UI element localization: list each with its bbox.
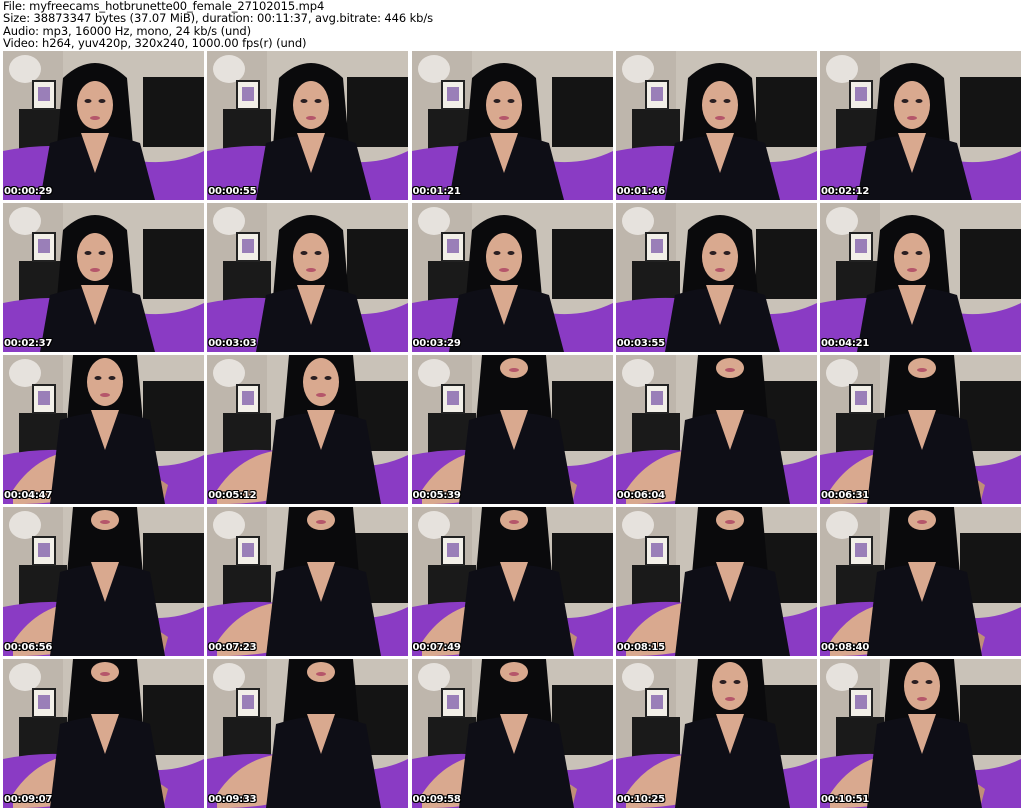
video-thumbnail: 00:04:47 (3, 355, 204, 504)
video-thumbnail: 00:08:15 (615, 507, 817, 656)
video-thumbnail: 00:03:03 (207, 203, 409, 352)
size-duration-line: Size: 38873347 bytes (37.07 MiB), durati… (3, 11, 434, 26)
thumbnail-timestamp: 00:02:37 (4, 338, 53, 349)
scene-image (3, 507, 204, 656)
scene-image (820, 203, 1021, 352)
scene-image (820, 659, 1021, 808)
video-thumbnail: 00:01:21 (411, 51, 613, 200)
scene-image (615, 507, 817, 656)
scene-image (411, 51, 613, 200)
video-thumbnail: 00:09:58 (411, 659, 613, 808)
scene-image (615, 659, 817, 808)
scene-image (411, 355, 613, 504)
video-thumbnail: 00:02:12 (820, 51, 1021, 200)
video-thumbnail: 00:04:21 (820, 203, 1021, 352)
thumbnail-timestamp: 00:07:23 (208, 642, 257, 653)
thumbnail-timestamp: 00:09:33 (208, 794, 257, 805)
video-thumbnail: 00:06:04 (615, 355, 817, 504)
video-thumbnail: 00:06:31 (820, 355, 1021, 504)
thumbnail-timestamp: 00:00:55 (208, 186, 257, 197)
scene-image (411, 507, 613, 656)
scene-image (411, 203, 613, 352)
scene-image (820, 507, 1021, 656)
thumbnail-timestamp: 00:03:03 (208, 338, 257, 349)
file-info-header: File: myfreecams_hotbrunette00_female_27… (3, 0, 1021, 50)
video-thumbnail: 00:01:46 (615, 51, 817, 200)
video-thumbnail: 00:06:56 (3, 507, 204, 656)
scene-image (207, 51, 409, 200)
thumbnail-timestamp: 00:02:12 (821, 186, 870, 197)
video-thumbnail: 00:05:39 (411, 355, 613, 504)
scene-image (820, 355, 1021, 504)
thumbnail-timestamp: 00:06:31 (821, 490, 870, 501)
thumbnail-timestamp: 00:00:29 (4, 186, 53, 197)
scene-image (411, 659, 613, 808)
thumbnail-timestamp: 00:04:21 (821, 338, 870, 349)
thumbnail-timestamp: 00:09:07 (4, 794, 53, 805)
video-thumbnail: 00:09:33 (207, 659, 409, 808)
thumbnail-timestamp: 00:01:21 (412, 186, 461, 197)
scene-image (3, 51, 204, 200)
scene-image (3, 355, 204, 504)
video-thumbnail: 00:02:37 (3, 203, 204, 352)
video-thumbnail: 00:03:29 (411, 203, 613, 352)
scene-image (615, 203, 817, 352)
scene-image (207, 355, 409, 504)
scene-image (3, 659, 204, 808)
thumbnail-timestamp: 00:08:40 (821, 642, 870, 653)
thumbnail-timestamp: 00:01:46 (616, 186, 665, 197)
scene-image (615, 355, 817, 504)
thumbnail-timestamp: 00:04:47 (4, 490, 53, 501)
scene-image (207, 203, 409, 352)
thumbnail-timestamp: 00:03:29 (412, 338, 461, 349)
video-info-line: Video: h264, yuv420p, 320x240, 1000.00 f… (3, 36, 307, 51)
thumbnail-timestamp: 00:10:25 (616, 794, 665, 805)
thumbnail-timestamp: 00:05:39 (412, 490, 461, 501)
thumbnail-timestamp: 00:06:56 (4, 642, 53, 653)
scene-image (3, 203, 204, 352)
video-thumbnail: 00:07:23 (207, 507, 409, 656)
video-thumbnail: 00:10:25 (615, 659, 817, 808)
scene-image (615, 51, 817, 200)
thumbnail-timestamp: 00:05:12 (208, 490, 257, 501)
thumbnail-grid: 00:00:29 00:00:55 00:01:21 00:01:46 00:02:12… (3, 51, 1021, 808)
video-thumbnail: 00:00:55 (207, 51, 409, 200)
thumbnail-timestamp: 00:06:04 (616, 490, 665, 501)
video-thumbnail: 00:00:29 (3, 51, 204, 200)
scene-image (207, 507, 409, 656)
thumbnail-timestamp: 00:08:15 (616, 642, 665, 653)
scene-image (820, 51, 1021, 200)
video-thumbnail: 00:03:55 (615, 203, 817, 352)
thumbnail-timestamp: 00:07:49 (412, 642, 461, 653)
thumbnail-timestamp: 00:03:55 (616, 338, 665, 349)
video-thumbnail: 00:08:40 (820, 507, 1021, 656)
thumbnail-timestamp: 00:09:58 (412, 794, 461, 805)
video-thumbnail: 00:09:07 (3, 659, 204, 808)
thumbnail-timestamp: 00:10:51 (821, 794, 870, 805)
video-thumbnail: 00:05:12 (207, 355, 409, 504)
scene-image (207, 659, 409, 808)
video-thumbnail: 00:10:51 (820, 659, 1021, 808)
video-thumbnail: 00:07:49 (411, 507, 613, 656)
